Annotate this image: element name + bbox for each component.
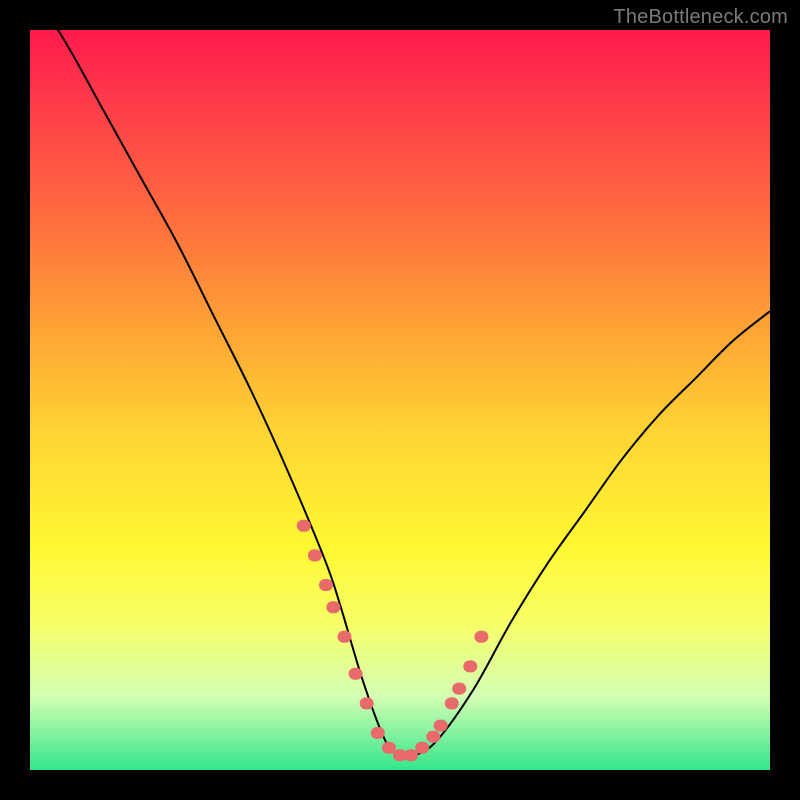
highlight-dot [404,749,418,761]
plot-area [30,30,770,770]
curve-svg [30,30,770,770]
highlight-dot [371,727,385,739]
highlight-dot [360,697,374,709]
watermark-text: TheBottleneck.com [613,6,788,29]
highlight-dot [452,683,466,695]
highlight-dot [382,742,396,754]
highlight-dot [326,601,340,613]
highlight-dot [338,631,352,643]
highlight-dot [474,631,488,643]
highlight-dot [415,742,429,754]
highlight-dot [434,720,448,732]
bottleneck-curve [30,30,770,757]
highlight-dot [319,579,333,591]
chart-frame: TheBottleneck.com [0,0,800,800]
highlight-dot [463,660,477,672]
highlight-dot [426,731,440,743]
highlight-dot [297,520,311,532]
curve-path [30,30,770,757]
highlight-dots [297,520,489,761]
highlight-dot [349,668,363,680]
highlight-dot [445,697,459,709]
highlight-dot [308,549,322,561]
